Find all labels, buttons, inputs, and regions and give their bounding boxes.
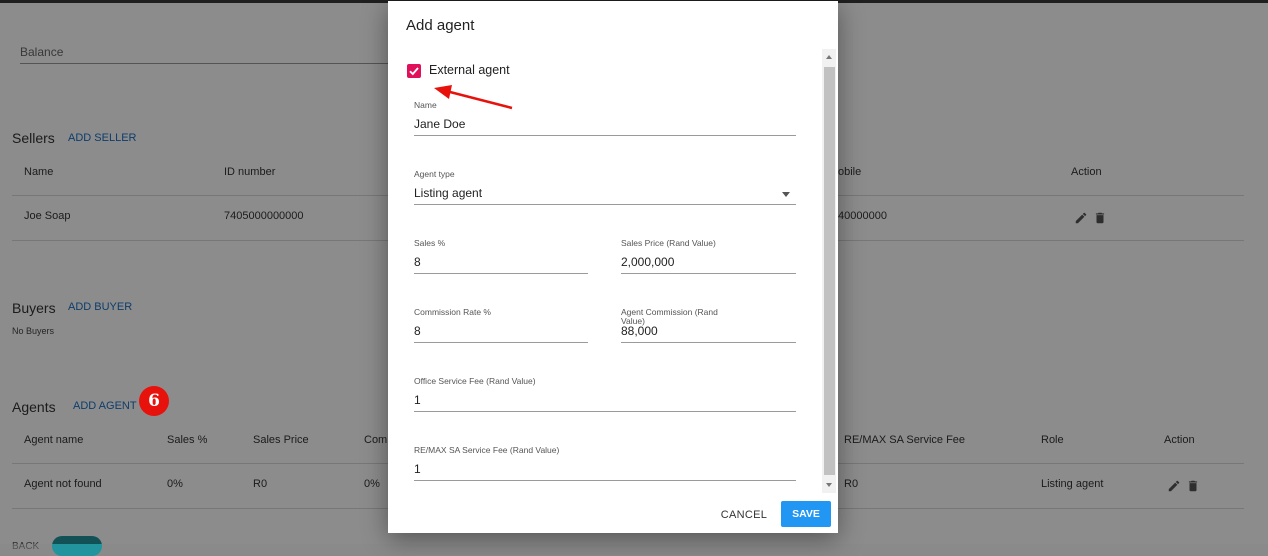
annotation-arrow-shaft <box>449 90 513 110</box>
annotation-arrow <box>434 85 513 110</box>
annotation-arrow-head <box>434 85 452 99</box>
